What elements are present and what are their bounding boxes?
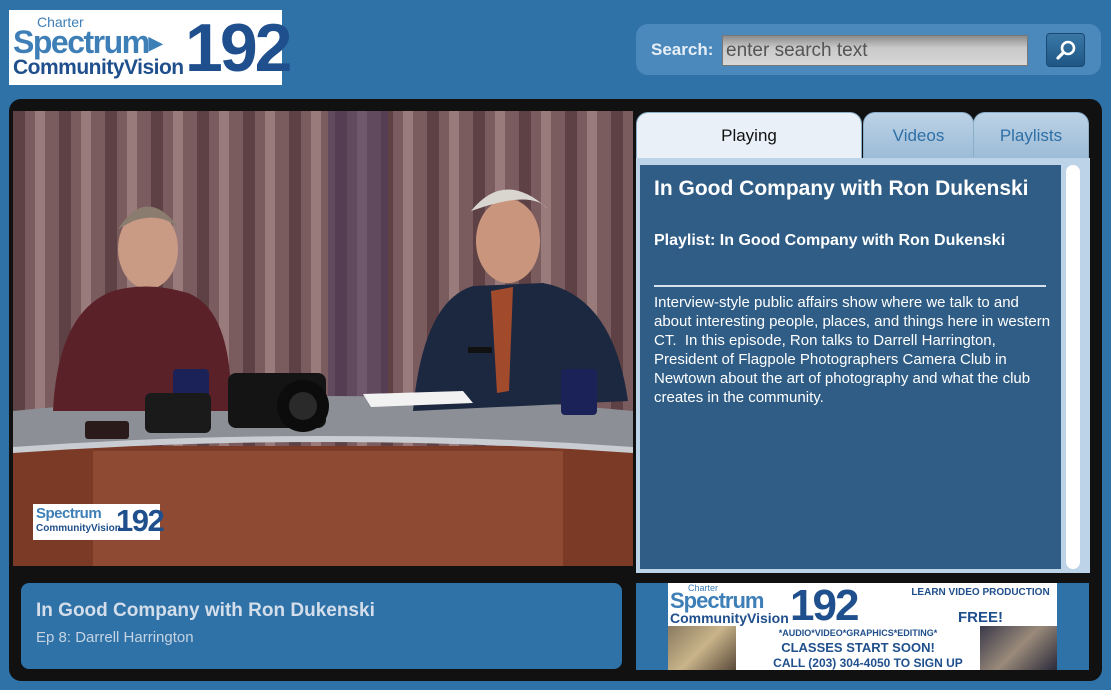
ad-learn-text: LEARN VIDEO PRODUCTION — [911, 587, 1050, 598]
playlist-name[interactable]: Playlist: In Good Company with Ron Duken… — [654, 232, 1034, 250]
ad-free-text: FREE! — [958, 609, 1003, 626]
bug-community-vision-text: CommunityVision — [36, 523, 121, 534]
now-playing-caption: In Good Company with Ron Dukenski Ep 8: … — [21, 583, 622, 669]
tab-videos[interactable]: Videos — [863, 112, 974, 159]
ad-banner[interactable]: Charter Spectrum CommunityVision 192 LEA… — [668, 583, 1057, 670]
video-title: In Good Company with Ron Dukenski — [654, 177, 1029, 200]
tab-playlists[interactable]: Playlists — [973, 112, 1089, 159]
ad-call-text: CALL (203) 304-4050 TO SIGN UP — [773, 656, 963, 670]
ad-classes-text: CLASSES START SOON! — [781, 640, 935, 655]
player-frame: Spectrum CommunityVision 192 In Good Com… — [9, 99, 1102, 681]
search-bar: Search: — [636, 24, 1101, 75]
ad-community-vision-text: CommunityVision — [670, 610, 789, 626]
caption-title: In Good Company with Ron Dukenski — [36, 600, 375, 621]
ad-channel-number: 192 — [790, 583, 859, 630]
logo-channel-number: 192 — [185, 10, 292, 86]
bug-channel-number: 192 — [116, 503, 165, 538]
channel-bug: Spectrum CommunityVision 192 — [33, 503, 165, 540]
ad-banner-area: Charter Spectrum CommunityVision 192 LEA… — [636, 583, 1089, 670]
logo-spectrum-word: Spectrum — [13, 24, 150, 60]
search-label: Search: — [651, 40, 714, 59]
magnifier-icon — [1055, 40, 1075, 60]
bug-spectrum-text: Spectrum — [36, 505, 102, 522]
ad-services-text: *AUDIO*VIDEO*GRAPHICS*EDITING* — [778, 628, 938, 638]
site-logo[interactable]: Charter Spectrum▶ CommunityVision 192 — [9, 10, 292, 85]
video-frame-image — [13, 111, 633, 566]
scrollbar-thumb[interactable] — [1066, 165, 1080, 569]
logo-community-vision-text: CommunityVision — [13, 56, 184, 79]
panel-scrollbar[interactable] — [1064, 165, 1082, 569]
logo-arrow-icon: ▶ — [148, 33, 163, 53]
divider — [654, 285, 1046, 287]
caption-episode: Ep 8: Darrell Harrington — [36, 629, 194, 646]
video-player[interactable]: Spectrum CommunityVision 192 — [13, 111, 633, 566]
playing-panel: In Good Company with Ron Dukenski Playli… — [636, 158, 1090, 573]
playing-details: In Good Company with Ron Dukenski Playli… — [640, 165, 1061, 569]
video-description: Interview-style public affairs show wher… — [654, 294, 1055, 406]
tab-playing[interactable]: Playing — [636, 112, 862, 159]
search-button[interactable] — [1046, 33, 1085, 67]
search-input[interactable] — [722, 35, 1028, 66]
